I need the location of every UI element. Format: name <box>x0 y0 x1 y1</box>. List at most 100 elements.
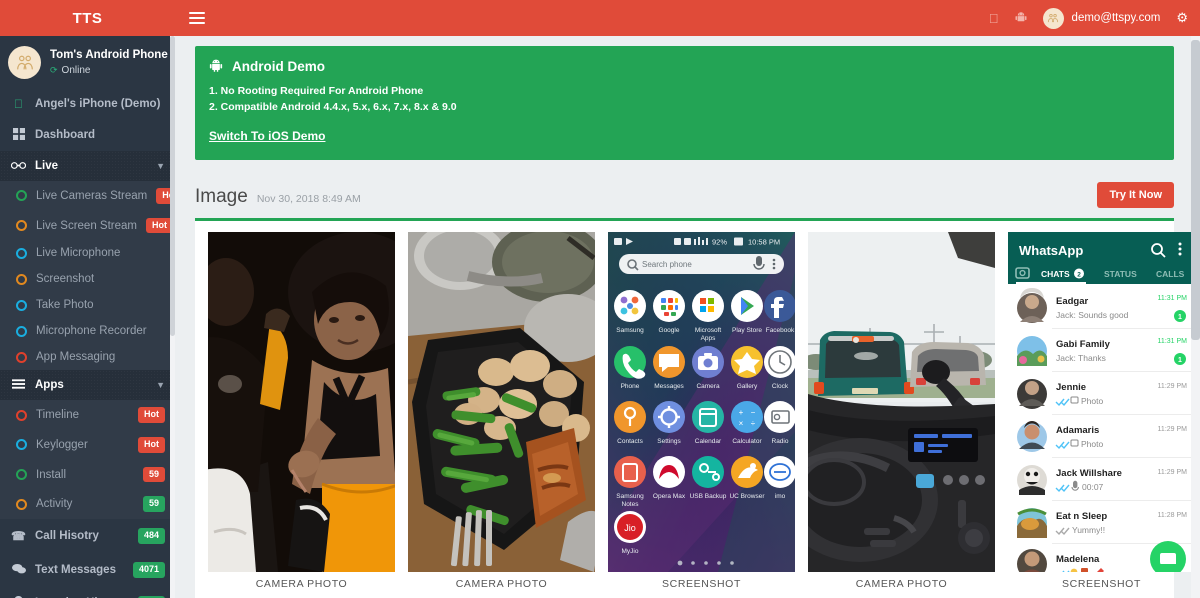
badge: 59 <box>142 466 165 483</box>
sidebar-item-live-cameras-stream[interactable]: Live Cameras Stream Hot <box>0 181 175 211</box>
svg-text:Photo: Photo <box>1081 439 1103 449</box>
svg-text:imo: imo <box>775 493 786 500</box>
sidebar-item-call-history[interactable]: ☎ Call Hisotry 484 <box>0 519 175 553</box>
svg-text:Google: Google <box>659 327 680 334</box>
svg-text:00:07: 00:07 <box>1082 482 1104 492</box>
sidebar-item-install[interactable]: Install 59 <box>0 460 175 490</box>
switch-to-ios-demo-link[interactable]: Switch To iOS Demo <box>209 129 325 143</box>
svg-text:Yummy!!: Yummy!! <box>1072 525 1105 535</box>
sidebar-item-activity[interactable]: Activity 59 <box>0 489 175 519</box>
thumbnail-food-photo[interactable] <box>408 231 595 572</box>
svg-text:11:31 PM: 11:31 PM <box>1158 295 1188 302</box>
sidebar-item-switch-device[interactable]:  Angel's iPhone (Demo) <box>0 89 175 119</box>
user-email: demo@ttspy.com <box>1071 12 1161 24</box>
thumbnail-night-photo[interactable] <box>208 231 395 572</box>
sidebar-item-label: Activity <box>36 498 73 511</box>
device-status: ⟳ Online <box>50 64 168 78</box>
status-ring-icon <box>16 273 27 285</box>
sidebar-item-location-history[interactable]: Location History 145 <box>0 587 175 598</box>
gallery-item[interactable]: CAMERA PHOTO <box>208 231 395 590</box>
svg-text:Contacts: Contacts <box>617 438 643 445</box>
sidebar-item-label: Take Photo <box>36 299 94 312</box>
svg-text:Adamaris: Adamaris <box>1056 425 1099 436</box>
svg-text:×: × <box>739 419 744 428</box>
svg-text:CALLS: CALLS <box>1156 269 1185 279</box>
status-ring-icon <box>16 190 27 202</box>
gallery-item[interactable]: WhatsApp CHATS 2 STATUS CALLS Eadgar Jac… <box>1008 231 1195 590</box>
thumbnail-whatsapp[interactable]: WhatsApp CHATS 2 STATUS CALLS Eadgar Jac… <box>1008 231 1195 572</box>
svg-text:Jack: Thanks: Jack: Thanks <box>1056 353 1106 363</box>
sidebar-submenu-apps: Timeline Hot Keylogger Hot Install 59 Ac… <box>0 400 175 520</box>
svg-text:2: 2 <box>1077 271 1081 278</box>
svg-text:UC Browser: UC Browser <box>729 493 765 500</box>
sidebar-item-keylogger[interactable]: Keylogger Hot <box>0 430 175 460</box>
page-header: Image Nov 30, 2018 8:49 AM Try It Now <box>185 160 1188 218</box>
sidebar-item-take-photo[interactable]: Take Photo <box>0 292 175 318</box>
sidebar-group-label: Live <box>35 160 59 172</box>
svg-text:Messages: Messages <box>654 383 684 390</box>
svg-text:Calculator: Calculator <box>732 438 762 445</box>
sidebar-item-live-microphone[interactable]: Live Microphone <box>0 240 175 266</box>
sidebar-item-screenshot[interactable]: Screenshot <box>0 266 175 292</box>
sidebar-item-microphone-recorder[interactable]: Microphone Recorder <box>0 318 175 344</box>
svg-text:11:28 PM: 11:28 PM <box>1158 512 1188 519</box>
hamburger-icon[interactable] <box>189 9 205 27</box>
svg-text:1: 1 <box>1178 314 1182 321</box>
badge: 484 <box>137 528 165 544</box>
user-menu[interactable]: demo@ttspy.com <box>1042 7 1161 29</box>
main-area:  <box>175 0 1200 598</box>
gallery-item[interactable]: CAMERA PHOTO <box>808 231 995 590</box>
svg-text:−: − <box>751 408 756 417</box>
page-scrollbar[interactable] <box>1191 36 1200 598</box>
svg-text:Facebook: Facebook <box>766 327 795 334</box>
svg-text:Clock: Clock <box>772 383 789 390</box>
apple-icon[interactable]:  <box>989 12 999 25</box>
page-date: Nov 30, 2018 8:49 AM <box>256 192 361 205</box>
svg-text:Search phone: Search phone <box>642 260 692 269</box>
status-ring-icon <box>16 351 27 363</box>
device-profile[interactable]: Tom's Android Phone ⟳ Online <box>0 36 175 89</box>
gallery-item[interactable]: 92% 10:58 PM Search phone Samsung Google… <box>608 231 795 590</box>
sidebar-item-timeline[interactable]: Timeline Hot <box>0 400 175 430</box>
svg-text:Calendar: Calendar <box>695 438 722 445</box>
svg-text:Gallery: Gallery <box>737 383 758 390</box>
phone-icon: ☎ <box>11 528 26 543</box>
thumbnail-android-home[interactable]: 92% 10:58 PM Search phone Samsung Google… <box>608 231 795 572</box>
app-root: TTS Tom's Android Phone ⟳ Online Angel's… <box>0 0 1200 598</box>
sidebar-item-live-screen-stream[interactable]: Live Screen Stream Hot <box>0 211 175 241</box>
brand-logo[interactable]: TTS <box>0 0 175 36</box>
gallery: CAMERA PHOTO CAMERA PHOTO 92% 10:58 PM S… <box>195 221 1195 590</box>
sidebar-item-text-messages[interactable]: Text Messages 4071 <box>0 553 175 587</box>
avatar <box>1042 7 1064 29</box>
svg-text:11:29 PM: 11:29 PM <box>1158 426 1188 433</box>
svg-text:11:29 PM: 11:29 PM <box>1158 469 1188 476</box>
apple-icon:  <box>11 98 26 110</box>
svg-text:Notes: Notes <box>622 501 640 508</box>
svg-text:Madelena: Madelena <box>1056 554 1100 565</box>
svg-text:Jennie: Jennie <box>1056 382 1086 393</box>
avatar <box>8 46 41 79</box>
svg-text:STATUS: STATUS <box>1104 269 1137 279</box>
brand-text: TTS <box>72 9 103 27</box>
try-it-now-button[interactable]: Try It Now <box>1097 181 1174 208</box>
device-status-label: Online <box>61 64 91 76</box>
android-icon[interactable] <box>1015 11 1027 25</box>
thumbnail-car-photo[interactable] <box>808 231 995 572</box>
gallery-item[interactable]: CAMERA PHOTO <box>408 231 595 590</box>
sidebar-item-app-messaging[interactable]: App Messaging <box>0 344 175 370</box>
device-name: Tom's Android Phone <box>50 48 168 61</box>
status-ring-icon <box>16 247 27 259</box>
gear-icon[interactable]: ⚙ <box>1176 10 1188 26</box>
svg-text:Eadgar: Eadgar <box>1056 296 1089 307</box>
badge: Hot <box>146 217 173 234</box>
svg-text:Samsung: Samsung <box>616 493 644 500</box>
svg-text:USB Backup: USB Backup <box>690 493 727 500</box>
stack-icon <box>11 379 26 391</box>
svg-text:Radio: Radio <box>772 438 789 445</box>
android-icon <box>209 58 223 74</box>
grid-icon <box>11 128 26 142</box>
sidebar-group-live[interactable]: Live ▼ <box>0 151 175 181</box>
sidebar-item-dashboard[interactable]: Dashboard <box>0 119 175 151</box>
sidebar-group-apps[interactable]: Apps ▼ <box>0 370 175 401</box>
sidebar-item-label: Call Hisotry <box>35 529 99 542</box>
